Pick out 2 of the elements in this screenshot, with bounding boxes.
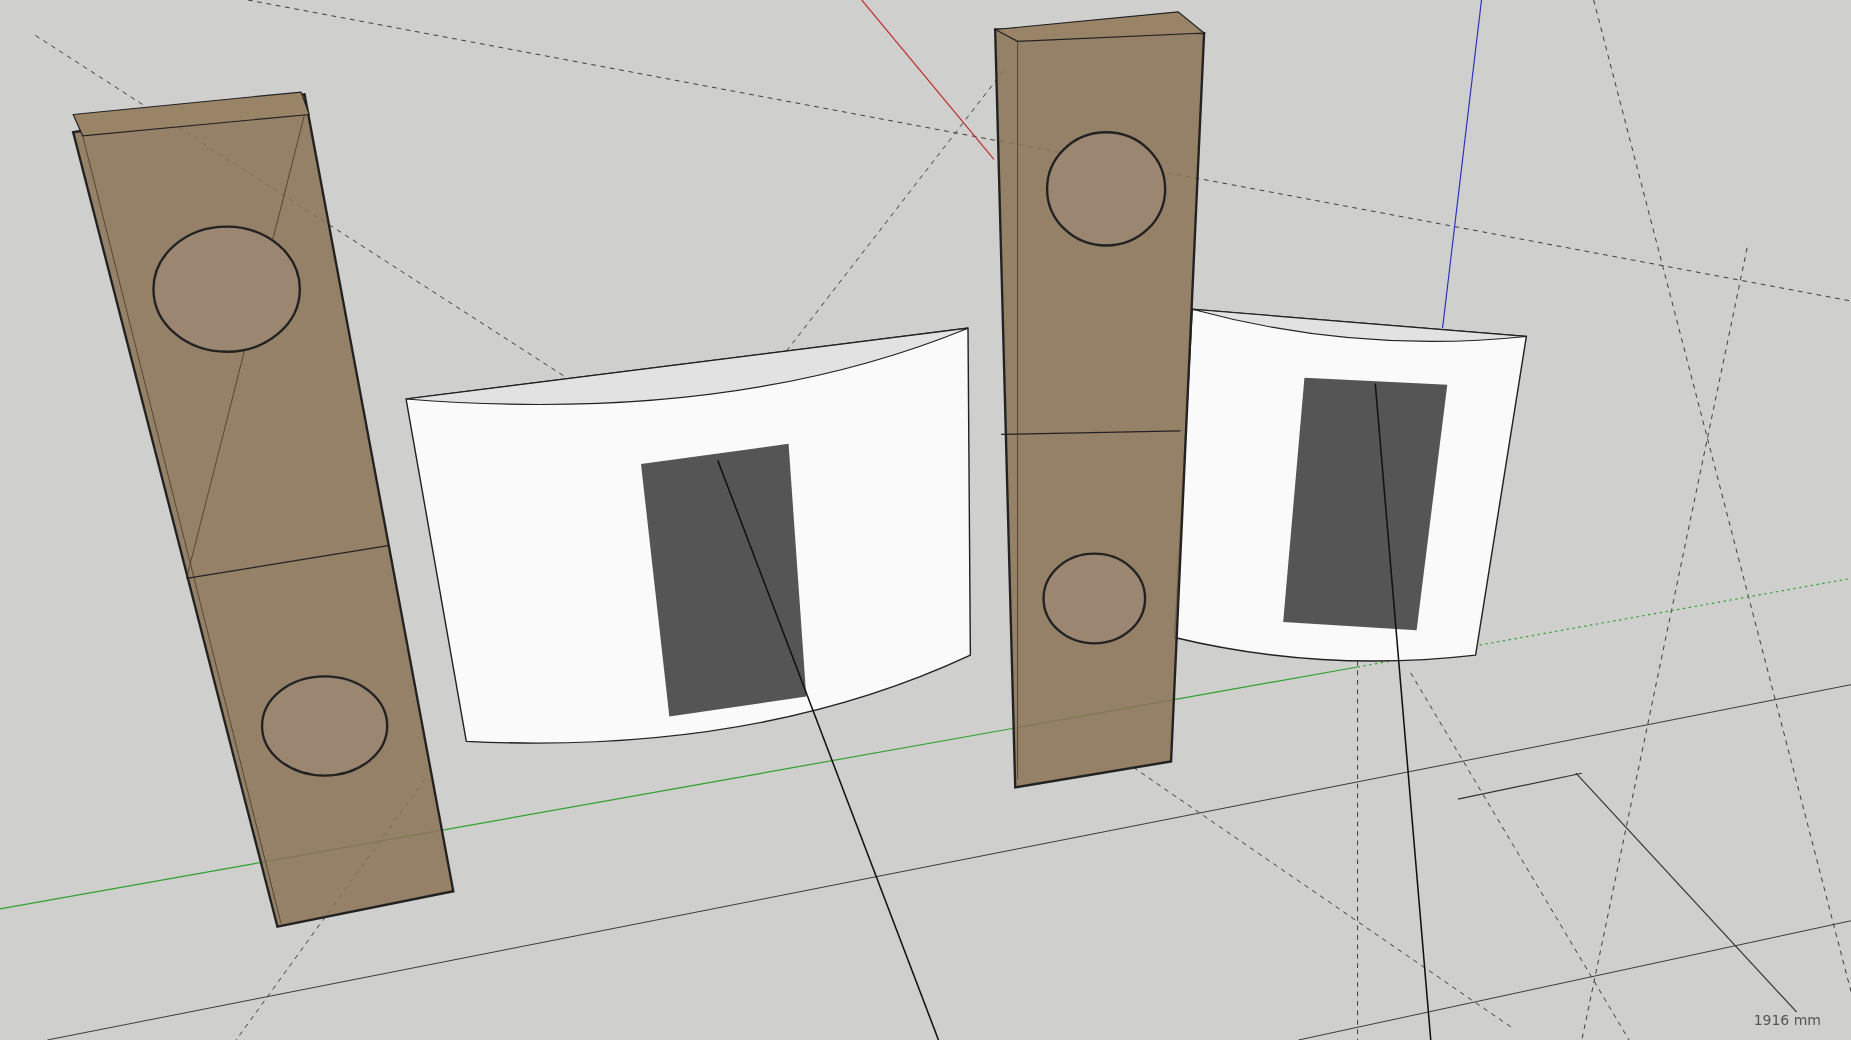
measurement-readout: 1916 mm: [1753, 1012, 1821, 1028]
model-viewport[interactable]: 1916 mm: [0, 0, 1851, 1040]
